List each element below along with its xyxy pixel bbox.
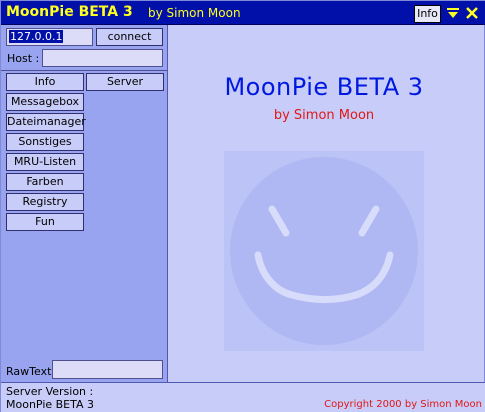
app-heading: MoonPie BETA 3 <box>224 73 424 101</box>
close-x-icon <box>466 7 478 19</box>
main-panel: MoonPie BETA 3 by Simon Moon <box>169 25 484 382</box>
copyright-text: Copyright 2000 by Simon Moon <box>324 399 482 410</box>
logo-panel <box>224 151 424 351</box>
connect-button[interactable]: connect <box>96 28 163 46</box>
minimize-arrow-icon <box>447 8 459 18</box>
tab-server[interactable]: Server <box>86 73 164 91</box>
title-bar[interactable]: MoonPie BETA 3 by Simon Moon Info <box>1 1 485 25</box>
menu-item-messagebox[interactable]: Messagebox <box>6 93 84 111</box>
app-subheading: by Simon Moon <box>273 108 375 123</box>
ip-address-input[interactable]: 127.0.0.1 <box>6 28 93 46</box>
minimize-icon[interactable] <box>446 4 460 22</box>
rawtext-label: RawText: <box>6 365 56 378</box>
host-input[interactable] <box>42 49 163 67</box>
window-title: MoonPie BETA 3 <box>6 4 133 20</box>
ip-address-value: 127.0.0.1 <box>9 30 64 43</box>
info-button[interactable]: Info <box>414 5 441 23</box>
tab-info[interactable]: Info <box>6 73 84 91</box>
menu-item-registry[interactable]: Registry <box>6 193 84 211</box>
control-panel: 127.0.0.1 connect Host : Info Server Mes… <box>1 25 168 382</box>
status-bar: Server Version : MoonPie BETA 3 Copyrigh… <box>1 382 485 412</box>
app-window: MoonPie BETA 3 by Simon Moon Info 127.0.… <box>0 0 485 412</box>
menu-item-sonstiges[interactable]: Sonstiges <box>6 133 84 151</box>
divider <box>1 70 167 71</box>
menu-item-dateimanager[interactable]: Dateimanager <box>6 113 86 131</box>
server-version-value: MoonPie BETA 3 <box>6 398 95 411</box>
smiley-face-icon <box>230 157 418 345</box>
menu-item-farben[interactable]: Farben <box>6 173 84 191</box>
server-version-label: Server Version : <box>6 385 94 398</box>
close-icon[interactable] <box>464 4 480 22</box>
host-label: Host : <box>7 52 40 65</box>
menu-item-fun[interactable]: Fun <box>6 213 84 231</box>
rawtext-input[interactable] <box>52 360 163 379</box>
window-author: by Simon Moon <box>148 6 241 20</box>
menu-item-mru-listen[interactable]: MRU-Listen <box>6 153 84 171</box>
